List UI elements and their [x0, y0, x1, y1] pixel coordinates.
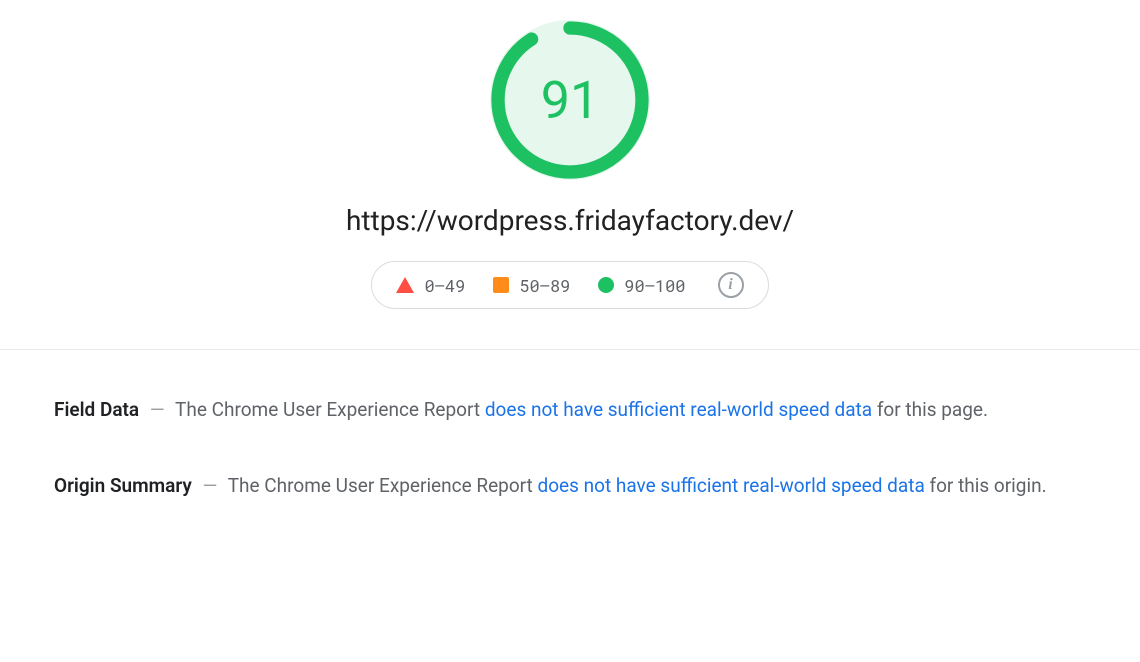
- legend-high-range: 90–100: [624, 274, 685, 297]
- square-icon: [493, 277, 509, 293]
- dash-separator: —: [203, 474, 218, 497]
- dash-separator: —: [150, 398, 165, 421]
- origin-summary-link[interactable]: does not have sufficient real-world spee…: [537, 474, 924, 497]
- triangle-icon: [396, 277, 414, 293]
- origin-summary-block: Origin Summary — The Chrome User Experie…: [54, 470, 1086, 502]
- score-legend: 0–49 50–89 90–100 i: [371, 261, 768, 309]
- field-data-link[interactable]: does not have sufficient real-world spee…: [485, 398, 872, 421]
- legend-low: 0–49: [396, 274, 465, 297]
- field-data-title: Field Data: [54, 398, 139, 421]
- legend-mid: 50–89: [493, 274, 570, 297]
- field-data-prefix: The Chrome User Experience Report: [175, 398, 485, 421]
- origin-summary-title: Origin Summary: [54, 474, 192, 497]
- legend-low-range: 0–49: [424, 274, 465, 297]
- score-gauge: 91: [490, 20, 650, 180]
- score-value: 91: [490, 20, 650, 180]
- legend-mid-range: 50–89: [519, 274, 570, 297]
- tested-url: https://wordpress.fridayfactory.dev/: [346, 204, 794, 237]
- field-data-suffix: for this page.: [872, 398, 988, 421]
- origin-summary-prefix: The Chrome User Experience Report: [228, 474, 538, 497]
- info-icon[interactable]: i: [718, 272, 744, 298]
- circle-icon: [598, 277, 614, 293]
- report-body: Field Data — The Chrome User Experience …: [0, 350, 1140, 503]
- field-data-block: Field Data — The Chrome User Experience …: [54, 394, 1086, 426]
- score-header: 91 https://wordpress.fridayfactory.dev/ …: [0, 0, 1140, 349]
- origin-summary-suffix: for this origin.: [925, 474, 1047, 497]
- legend-high: 90–100: [598, 274, 685, 297]
